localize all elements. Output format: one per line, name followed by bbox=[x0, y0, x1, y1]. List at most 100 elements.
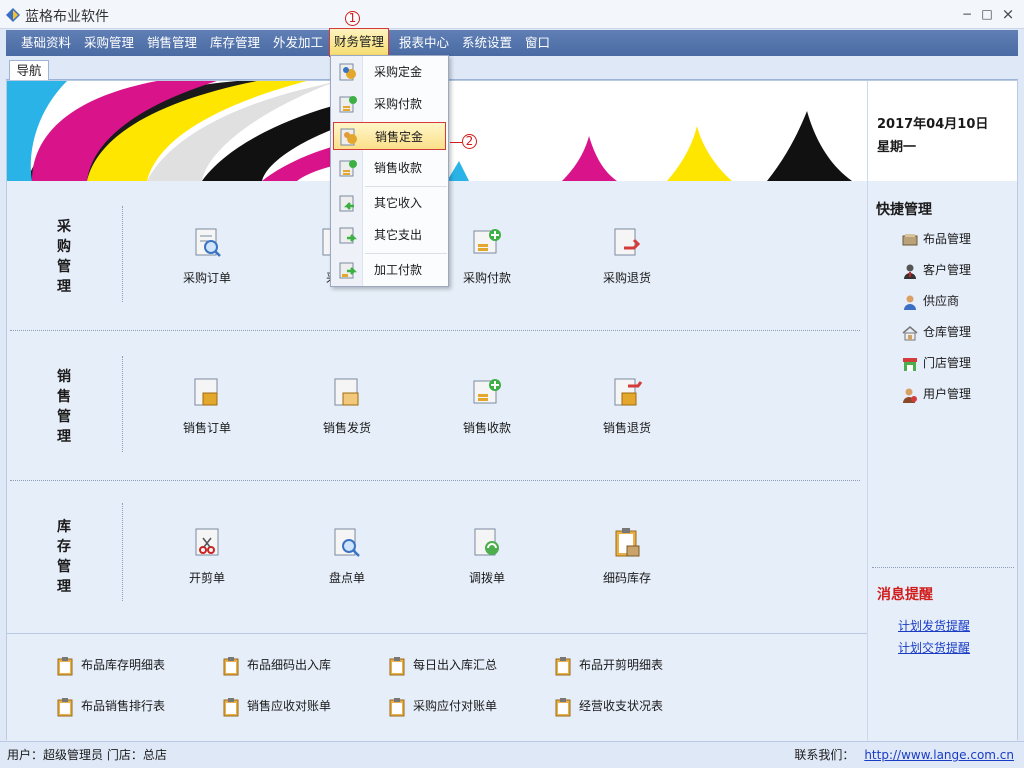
processing-payment-icon bbox=[339, 262, 358, 279]
plan-delivery-reminder-link[interactable]: 计划发货提醒 bbox=[898, 617, 970, 634]
sales-delivery-button[interactable]: 销售发货 bbox=[302, 376, 392, 440]
report-link[interactable]: 经营收支状况表 bbox=[555, 695, 663, 717]
step-2-leader-line bbox=[450, 142, 462, 143]
menu-item-purchase-deposit[interactable]: 采购定金 bbox=[333, 58, 446, 86]
menu-item-label: 销售收款 bbox=[374, 161, 423, 175]
step-1-marker: 1 bbox=[345, 11, 360, 26]
quick-user-manage[interactable]: 用户管理 bbox=[902, 385, 971, 403]
quick-item-label: 用户管理 bbox=[923, 387, 972, 401]
website-link[interactable]: http://www.lange.com.cn bbox=[864, 748, 1014, 762]
cutting-order-button[interactable]: 开剪单 bbox=[162, 526, 252, 590]
title-char: 管 bbox=[57, 409, 71, 425]
inventory-section: 库 存 管 理 开剪单 盘点单 调拨单 细码库存 bbox=[10, 481, 860, 631]
minimize-button[interactable]: − bbox=[958, 6, 976, 22]
report-label: 销售应收对账单 bbox=[247, 699, 332, 713]
detail-stock-button[interactable]: 细码库存 bbox=[582, 526, 672, 590]
menu-item-purchase-payment[interactable]: 采购付款 bbox=[333, 90, 446, 118]
menu-basic-data[interactable]: 基础资料 bbox=[21, 30, 71, 56]
menu-purchase[interactable]: 采购管理 bbox=[84, 30, 134, 56]
purchase-order-button[interactable]: 采购订单 bbox=[162, 226, 252, 290]
stocktake-label: 盘点单 bbox=[328, 571, 365, 585]
report-label: 布品销售排行表 bbox=[81, 699, 166, 713]
quick-customer-manage[interactable]: 客户管理 bbox=[902, 261, 971, 279]
purchase-section-title: 采 购 管 理 bbox=[54, 217, 74, 297]
menu-finance[interactable]: 财务管理 bbox=[329, 28, 390, 57]
quick-supplier[interactable]: 供应商 bbox=[902, 292, 959, 310]
report-link[interactable]: 布品库存明细表 bbox=[57, 654, 165, 676]
status-user-store: 用户：超级管理员 门店：总店 bbox=[7, 748, 167, 762]
clipboard-stock-icon bbox=[615, 528, 640, 557]
sales-return-label: 销售退货 bbox=[602, 421, 651, 435]
section-divider bbox=[122, 356, 123, 452]
sales-collection-label: 销售收款 bbox=[462, 421, 511, 435]
supplier-icon bbox=[904, 295, 916, 310]
customer-icon bbox=[904, 264, 916, 279]
sales-collection-icon bbox=[473, 379, 501, 404]
report-link[interactable]: 布品开剪明细表 bbox=[555, 654, 663, 676]
title-char: 管 bbox=[57, 259, 71, 275]
purchase-order-label: 采购订单 bbox=[182, 271, 231, 285]
quick-item-label: 布品管理 bbox=[923, 232, 972, 246]
sales-return-button[interactable]: 销售退货 bbox=[582, 376, 672, 440]
menu-item-label: 其它收入 bbox=[374, 196, 423, 210]
report-label: 布品库存明细表 bbox=[81, 658, 166, 672]
menu-item-other-income[interactable]: 其它收入 bbox=[333, 189, 446, 217]
purchase-payment-button[interactable]: 采购付款 bbox=[442, 226, 532, 290]
report-label: 经营收支状况表 bbox=[579, 699, 664, 713]
stocktake-button[interactable]: 盘点单 bbox=[302, 526, 392, 590]
menu-outsourcing[interactable]: 外发加工 bbox=[273, 30, 323, 56]
title-bar: 蓝格布业软件 − □ × bbox=[0, 0, 1024, 29]
sales-collection-button[interactable]: 销售收款 bbox=[442, 376, 532, 440]
menu-bar: 基础资料 采购管理 销售管理 库存管理 外发加工 财务管理 报表中心 系统设置 … bbox=[6, 28, 1018, 57]
menu-window[interactable]: 窗口 bbox=[525, 30, 550, 56]
sales-return-icon bbox=[614, 378, 643, 406]
title-char: 售 bbox=[57, 389, 71, 405]
quick-item-label: 供应商 bbox=[923, 294, 960, 308]
menu-separator bbox=[365, 253, 447, 254]
report-label: 采购应付对账单 bbox=[413, 699, 498, 713]
close-button[interactable]: × bbox=[999, 6, 1017, 22]
menu-item-other-expense[interactable]: 其它支出 bbox=[333, 221, 446, 249]
clipboard-icon bbox=[57, 697, 73, 716]
current-weekday: 星期一 bbox=[877, 140, 917, 155]
transfer-order-label: 调拨单 bbox=[468, 571, 505, 585]
report-link[interactable]: 布品细码出入库 bbox=[223, 654, 331, 676]
title-char: 管 bbox=[57, 559, 71, 575]
purchase-return-icon bbox=[614, 228, 641, 256]
menu-inventory[interactable]: 库存管理 bbox=[210, 30, 260, 56]
purchase-return-button[interactable]: 采购退货 bbox=[582, 226, 672, 290]
purchase-order-icon bbox=[195, 228, 221, 257]
clipboard-icon bbox=[389, 656, 405, 675]
detail-stock-label: 细码库存 bbox=[602, 571, 651, 585]
app-logo-icon bbox=[6, 8, 20, 22]
clipboard-icon bbox=[57, 656, 73, 675]
transfer-order-button[interactable]: 调拨单 bbox=[442, 526, 532, 590]
message-separator bbox=[872, 567, 1014, 568]
menu-reports[interactable]: 报表中心 bbox=[399, 30, 449, 56]
menu-item-sales-collection[interactable]: 销售收款 bbox=[333, 154, 446, 182]
menu-item-sales-deposit[interactable]: 销售定金 bbox=[333, 122, 446, 150]
report-link[interactable]: 采购应付对账单 bbox=[389, 695, 497, 717]
menu-item-processing-payment[interactable]: 加工付款 bbox=[333, 256, 446, 284]
report-link[interactable]: 销售应收对账单 bbox=[223, 695, 331, 717]
sales-deposit-icon bbox=[340, 128, 357, 146]
clipboard-icon bbox=[555, 656, 571, 675]
report-link[interactable]: 每日出入库汇总 bbox=[389, 654, 497, 676]
quick-item-label: 门店管理 bbox=[923, 356, 972, 370]
stocktake-icon bbox=[334, 528, 360, 557]
menu-sales[interactable]: 销售管理 bbox=[147, 30, 197, 56]
maximize-button[interactable]: □ bbox=[978, 6, 996, 22]
sales-delivery-label: 销售发货 bbox=[322, 421, 371, 435]
scissors-doc-icon bbox=[195, 528, 219, 556]
menu-settings[interactable]: 系统设置 bbox=[462, 30, 512, 56]
clipboard-icon bbox=[223, 656, 239, 675]
title-char: 采 bbox=[57, 219, 71, 235]
tab-navigation[interactable]: 导航 bbox=[9, 60, 49, 81]
plan-handover-reminder-link[interactable]: 计划交货提醒 bbox=[898, 639, 970, 656]
inventory-section-title: 库 存 管 理 bbox=[54, 517, 74, 597]
report-link[interactable]: 布品销售排行表 bbox=[57, 695, 165, 717]
quick-store-manage[interactable]: 门店管理 bbox=[902, 354, 971, 372]
quick-warehouse-manage[interactable]: 仓库管理 bbox=[902, 323, 971, 341]
quick-fabric-manage[interactable]: 布品管理 bbox=[902, 230, 971, 248]
sales-order-button[interactable]: 销售订单 bbox=[162, 376, 252, 440]
